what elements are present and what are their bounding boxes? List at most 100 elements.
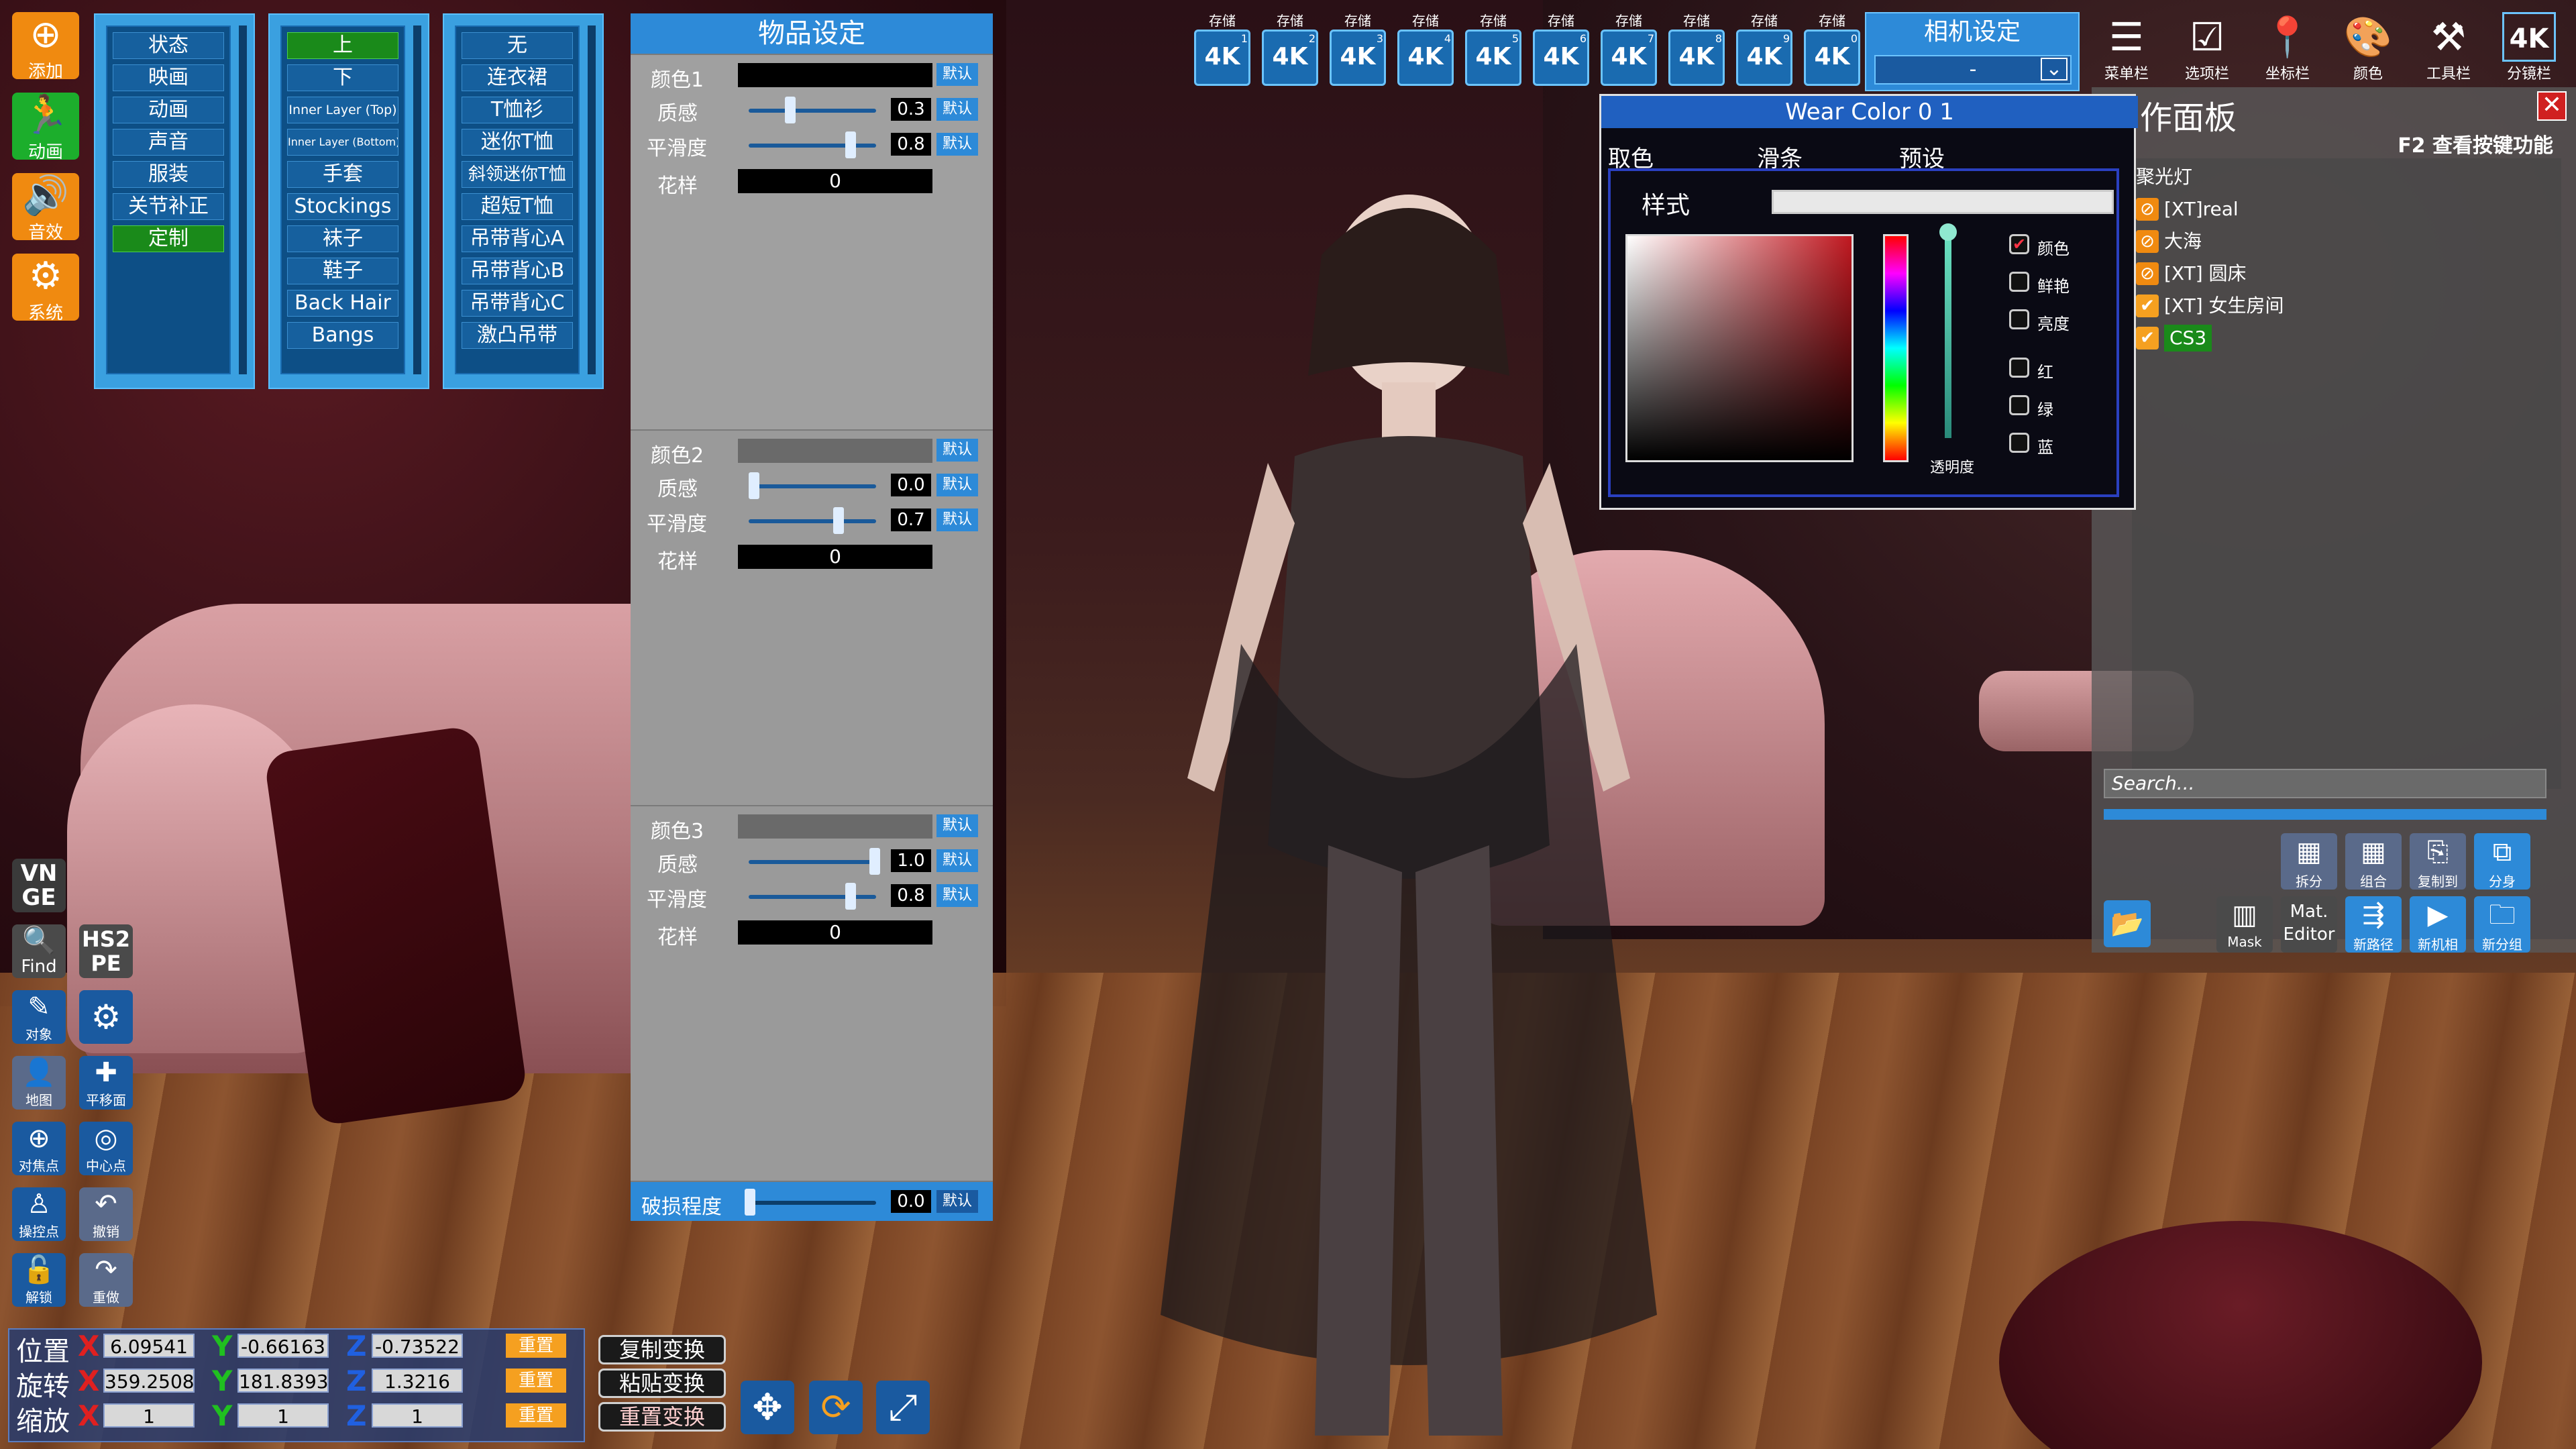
option-checkbox[interactable] xyxy=(2009,395,2029,415)
menu-item-animation[interactable]: 动画 xyxy=(113,97,224,123)
object-button[interactable]: ✎ 对象 xyxy=(12,990,66,1044)
smoothness-1-slider-handle[interactable] xyxy=(845,131,856,158)
storyboard-button[interactable]: 4K 分镜栏 xyxy=(2496,12,2563,86)
texture-2-value[interactable]: 0.0 xyxy=(891,474,931,496)
damage-value[interactable]: 0.0 xyxy=(891,1190,931,1213)
color-1-swatch[interactable] xyxy=(738,63,932,87)
scale-x-field[interactable]: 1 xyxy=(103,1403,195,1428)
smoothness-2-default-button[interactable]: 默认 xyxy=(936,508,978,531)
clothing-item[interactable]: 斜领迷你T恤 xyxy=(462,161,573,188)
smoothness-3-slider-handle[interactable] xyxy=(845,883,856,910)
find-button[interactable]: 🔍 Find xyxy=(12,924,66,978)
texture-3-slider[interactable] xyxy=(749,860,876,864)
tree-item[interactable]: CS3 xyxy=(2164,325,2212,352)
scale-y-field[interactable]: 1 xyxy=(237,1403,329,1428)
menu-item-clothing[interactable]: 服装 xyxy=(113,161,224,188)
folder-icon[interactable]: 📂 xyxy=(2104,900,2151,947)
work-button-7[interactable]: ▶ 新机相 xyxy=(2410,896,2466,953)
clothing-item[interactable]: 连衣裙 xyxy=(462,64,573,91)
damage-slider-handle[interactable] xyxy=(745,1189,755,1216)
map-button[interactable]: 👤 地图 xyxy=(12,1056,66,1110)
add-button[interactable]: ⊕ 添加 xyxy=(12,12,79,82)
hs2pe-button[interactable]: HS2 PE xyxy=(79,924,133,978)
close-icon[interactable]: ✕ xyxy=(2537,91,2567,121)
clothing-item[interactable]: 吊带背心C xyxy=(462,290,573,317)
slot-gloves[interactable]: 手套 xyxy=(287,161,398,188)
texture-2-slider-handle[interactable] xyxy=(749,472,759,499)
option-checkbox[interactable] xyxy=(2009,433,2029,453)
tree-item[interactable]: 聚光灯 xyxy=(2136,164,2192,191)
color-button[interactable]: 🎨 颜色 xyxy=(2334,12,2402,86)
position-x-field[interactable]: 6.09541 xyxy=(103,1334,195,1358)
position-y-field[interactable]: -0.66163 xyxy=(237,1334,329,1358)
smoothness-1-slider[interactable] xyxy=(749,144,876,148)
save-slot-8[interactable]: 存储 4K 8 xyxy=(1666,12,1727,93)
damage-default-button[interactable]: 默认 xyxy=(936,1190,978,1213)
alpha-slider[interactable] xyxy=(1945,237,1951,438)
move-gizmo-button[interactable]: ✥ xyxy=(741,1381,794,1434)
disabled-icon[interactable]: ⊘ xyxy=(2136,230,2159,253)
alpha-slider-handle[interactable] xyxy=(1939,223,1957,241)
menu-item-movie[interactable]: 映画 xyxy=(113,64,224,91)
saturation-value-square[interactable] xyxy=(1625,234,1854,462)
coordinate-bar-button[interactable]: 📍 坐标栏 xyxy=(2254,12,2321,86)
state-menu-scrollbar[interactable] xyxy=(239,25,247,374)
rotation-z-field[interactable]: 1.3216 xyxy=(372,1368,463,1393)
scale-gizmo-button[interactable]: ⤢ xyxy=(876,1381,930,1434)
texture-3-default-button[interactable]: 默认 xyxy=(936,849,978,872)
option-checkbox[interactable] xyxy=(2009,272,2029,292)
hue-slider[interactable] xyxy=(1883,234,1909,462)
slot-bottom[interactable]: 下 xyxy=(287,64,398,91)
smoothness-3-value[interactable]: 0.8 xyxy=(891,884,931,907)
copy-transform-button[interactable]: 复制变换 xyxy=(598,1335,726,1364)
color-3-swatch[interactable] xyxy=(738,814,932,839)
toolbar-button[interactable]: ⚒ 工具栏 xyxy=(2415,12,2482,86)
reset-transform-button[interactable]: 重置变换 xyxy=(598,1402,726,1432)
clothing-item-scrollbar[interactable] xyxy=(588,25,596,374)
tree-scrollbar[interactable] xyxy=(2104,809,2546,820)
color-2-default-button[interactable]: 默认 xyxy=(936,439,978,462)
checkbox-checked-icon[interactable]: ✔ xyxy=(2136,327,2159,350)
rotation-x-field[interactable]: 359.2508 xyxy=(103,1368,195,1393)
smoothness-2-value[interactable]: 0.7 xyxy=(891,508,931,531)
smoothness-3-slider[interactable] xyxy=(749,895,876,899)
tree-item[interactable]: [XT]real xyxy=(2164,196,2239,223)
color-2-swatch[interactable] xyxy=(738,439,932,463)
menu-item-custom[interactable]: 定制 xyxy=(113,225,224,252)
texture-1-default-button[interactable]: 默认 xyxy=(936,98,978,121)
options-bar-button[interactable]: ☑ 选项栏 xyxy=(2174,12,2241,86)
smoothness-1-value[interactable]: 0.8 xyxy=(891,133,931,156)
option-checkbox[interactable] xyxy=(2009,358,2029,378)
scale-z-field[interactable]: 1 xyxy=(372,1403,463,1428)
texture-1-slider[interactable] xyxy=(749,109,876,113)
work-button-8[interactable]: 🗀 新分组 xyxy=(2474,896,2530,953)
work-button-4[interactable]: ▥ Mask xyxy=(2216,896,2273,953)
save-slot-7[interactable]: 存储 4K 7 xyxy=(1598,12,1660,93)
menu-item-voice[interactable]: 声音 xyxy=(113,129,224,156)
disabled-icon[interactable]: ⊘ xyxy=(2136,262,2159,285)
slot-socks[interactable]: 袜子 xyxy=(287,225,398,252)
camera-select[interactable]: - ⌄ xyxy=(1874,55,2072,85)
clothing-slot-scrollbar[interactable] xyxy=(413,25,421,374)
slot-bangs[interactable]: Bangs xyxy=(287,322,398,349)
position-z-field[interactable]: -0.73522 xyxy=(372,1334,463,1358)
unlock-button[interactable]: 🔓 解锁 xyxy=(12,1253,66,1307)
focus-button[interactable]: ⊕ 对焦点 xyxy=(12,1122,66,1175)
clothing-item[interactable]: 激凸吊带 xyxy=(462,322,573,349)
color-1-default-button[interactable]: 默认 xyxy=(936,63,978,86)
save-slot-0[interactable]: 存储 4K 0 xyxy=(1801,12,1863,93)
texture-2-slider[interactable] xyxy=(749,484,876,488)
pan-button[interactable]: ✚ 平移面 xyxy=(79,1056,133,1110)
save-slot-2[interactable]: 存储 4K 2 xyxy=(1259,12,1321,93)
redo-button[interactable]: ↷ 重做 xyxy=(79,1253,133,1307)
work-button-6[interactable]: ⇶ 新路径 xyxy=(2345,896,2402,953)
undo-button[interactable]: ↶ 撤销 xyxy=(79,1187,133,1241)
tree-item[interactable]: 大海 xyxy=(2164,228,2202,255)
clothing-item[interactable]: 吊带背心A xyxy=(462,225,573,252)
rotation-reset-button[interactable]: 重置 xyxy=(506,1368,566,1393)
disabled-icon[interactable]: ⊘ xyxy=(2136,198,2159,221)
sound-button[interactable]: 🔊 音效 xyxy=(12,173,79,243)
work-button-2[interactable]: ⎘ 复制到 xyxy=(2410,833,2466,890)
save-slot-4[interactable]: 存储 4K 4 xyxy=(1395,12,1456,93)
pattern-3-field[interactable]: 0 xyxy=(738,920,932,945)
